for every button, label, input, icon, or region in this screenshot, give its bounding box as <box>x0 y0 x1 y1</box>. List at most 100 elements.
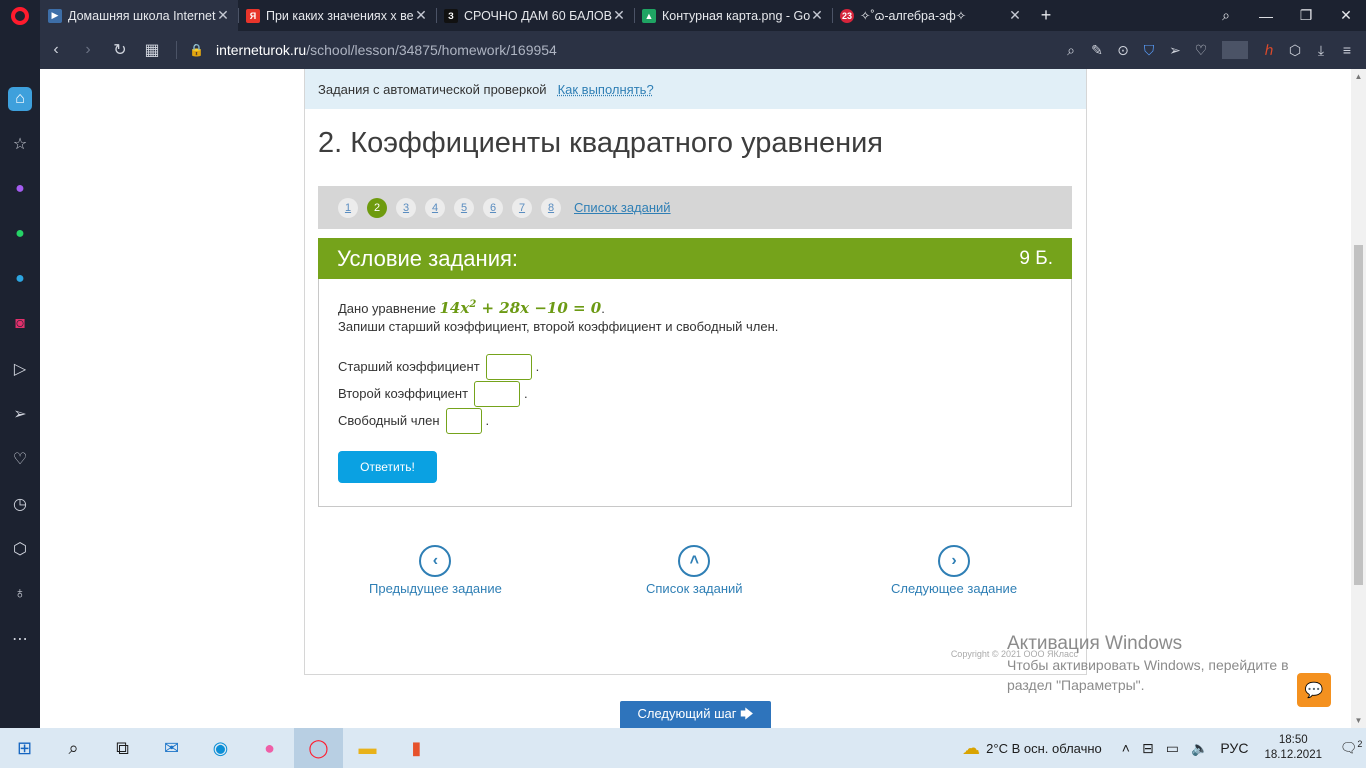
heart-icon[interactable]: ♡ <box>1188 42 1214 59</box>
windows-taskbar: ⊞ ⌕ ⧉ ✉ ◉ ● ◯ ▬ ▮ ☁ 2°C В осн. облачно ˄… <box>0 728 1366 768</box>
tab-favicon-icon: Я <box>246 8 260 23</box>
task-list-link[interactable]: Список заданий <box>574 200 671 215</box>
leading-coefficient-input[interactable] <box>485 353 532 380</box>
close-icon[interactable]: ✕ <box>414 7 428 24</box>
url-field[interactable]: 🔒 interneturok.ru/school/lesson/34875/ho… <box>189 42 557 58</box>
minimize-icon[interactable]: — <box>1246 8 1286 24</box>
search-icon[interactable]: ⌕ <box>49 728 98 768</box>
page-scrollbar[interactable]: ▲ ▼ <box>1351 69 1366 728</box>
how-to-link[interactable]: Как выполнять? <box>558 82 654 97</box>
answer-button[interactable]: Ответить! <box>338 451 437 483</box>
battery-icon[interactable]: ▭ <box>1166 740 1179 757</box>
task-navigation: ‹ Предыдущее задание ˄ Список заданий › … <box>305 545 1088 605</box>
condition-title: Условие задания: <box>337 245 519 271</box>
pager-item-1[interactable]: 1 <box>338 197 358 218</box>
second-coefficient-input[interactable] <box>474 380 521 407</box>
restore-icon[interactable]: ❐ <box>1286 7 1326 24</box>
scroll-down-icon[interactable]: ▼ <box>1351 716 1366 725</box>
windows-start-icon[interactable]: ⊞ <box>0 728 49 768</box>
camera-icon[interactable]: ⊙ <box>1110 42 1136 59</box>
edge-icon[interactable]: ◉ <box>196 728 245 768</box>
close-icon[interactable]: ✕ <box>1008 7 1022 24</box>
browser-tab[interactable]: 23 ✧˚ɷ-алгебра-эф✧ ✕ <box>832 0 1030 31</box>
menu-icon[interactable]: ≡ <box>1334 42 1360 58</box>
file-explorer-icon[interactable]: ▬ <box>343 728 392 768</box>
given-line: Дано уравнение 14x2 + 28x −10 = 0. <box>338 299 605 317</box>
tab-title: Контурная карта.png - Go <box>662 8 810 23</box>
notifications-icon[interactable]: 🗨2 <box>1336 739 1366 757</box>
scroll-thumb[interactable] <box>1354 245 1363 585</box>
task-view-icon[interactable]: ⧉ <box>98 728 147 768</box>
notification-count: 2 <box>1357 739 1363 750</box>
chevron-up-icon[interactable]: ˄ <box>1122 740 1130 756</box>
condition-header: Условие задания: 9 Б. <box>318 238 1072 279</box>
next-step-button[interactable]: Следующий шаг 🡆 <box>620 701 771 728</box>
whatsapp-icon[interactable]: ● <box>8 222 32 246</box>
new-tab-button[interactable]: + <box>1030 5 1062 26</box>
url-host: interneturok.ru <box>215 42 307 58</box>
telegram-icon[interactable]: ● <box>8 267 32 291</box>
close-window-icon[interactable]: ✕ <box>1326 7 1366 24</box>
chevron-up-icon: ˄ <box>678 545 711 577</box>
weather-widget[interactable]: ☁ 2°C В осн. облачно <box>962 738 1102 759</box>
opera-menu-button[interactable] <box>0 0 40 31</box>
language-indicator[interactable]: РУС <box>1220 740 1248 756</box>
download-icon[interactable]: ⤓ <box>1308 42 1334 59</box>
office-icon[interactable]: ▮ <box>392 728 441 768</box>
clock[interactable]: 18:50 18.12.2021 <box>1264 733 1322 763</box>
pager-item-5[interactable]: 5 <box>454 197 474 218</box>
player-icon[interactable]: ▷ <box>8 357 32 381</box>
forward-icon[interactable]: › <box>72 41 104 59</box>
tab-title: ✧˚ɷ-алгебра-эф✧ <box>860 9 967 23</box>
pager-item-4[interactable]: 4 <box>425 197 445 218</box>
prev-task-button[interactable]: ‹ Предыдущее задание <box>369 545 502 596</box>
pager-item-7[interactable]: 7 <box>512 197 532 218</box>
history-icon[interactable]: ◷ <box>8 492 32 516</box>
edit-icon[interactable]: ✎ <box>1084 42 1110 59</box>
pager-item-8[interactable]: 8 <box>541 197 561 218</box>
tab-search-icon[interactable]: ⌕ <box>1206 7 1246 24</box>
more-icon[interactable]: ⋯ <box>8 627 32 651</box>
browser-tab[interactable]: ▶ Домашняя школа Internet ✕ <box>40 0 238 31</box>
tab-title: При каких значениях х ве <box>266 8 414 23</box>
scroll-up-icon[interactable]: ▲ <box>1351 72 1366 81</box>
free-term-input[interactable] <box>445 407 482 434</box>
browser-tab[interactable]: ▲ Контурная карта.png - Go ✕ <box>634 0 832 31</box>
pager-item-6[interactable]: 6 <box>483 197 503 218</box>
close-icon[interactable]: ✕ <box>612 7 626 24</box>
pager-item-2[interactable]: 2 <box>367 197 387 218</box>
pager-item-3[interactable]: 3 <box>396 197 416 218</box>
instagram-icon[interactable]: ◙ <box>8 312 32 336</box>
box-icon[interactable]: ⬡ <box>8 537 32 561</box>
info-text: Задания с автоматической проверкой <box>318 81 547 97</box>
extension-icon[interactable]: ℎ <box>1256 42 1282 59</box>
tips-icon[interactable]: ♁ <box>8 582 32 606</box>
network-icon[interactable]: ⊟ <box>1142 740 1154 757</box>
send-icon[interactable]: ➢ <box>1162 42 1188 59</box>
close-icon[interactable]: ✕ <box>216 7 230 24</box>
shield-icon[interactable]: ⛉ <box>1136 42 1162 59</box>
heart-icon[interactable]: ♡ <box>8 447 32 471</box>
reload-icon[interactable]: ↻ <box>104 40 136 60</box>
browser-tab[interactable]: З СРОЧНО ДАМ 60 БАЛОВ! ✕ <box>436 0 634 31</box>
close-icon[interactable]: ✕ <box>810 7 824 24</box>
chat-icon[interactable]: 💬 <box>1297 673 1331 707</box>
osu-icon[interactable]: ● <box>245 728 294 768</box>
back-icon[interactable]: ‹ <box>40 41 72 59</box>
task-pager: 1 2 3 4 5 6 7 8 Список заданий <box>318 186 1072 229</box>
weather-icon: ☁ <box>962 737 981 758</box>
clock-date: 18.12.2021 <box>1264 749 1322 761</box>
mail-icon[interactable]: ✉ <box>147 728 196 768</box>
task-list-button[interactable]: ˄ Список заданий <box>646 545 743 596</box>
opera-taskbar-icon[interactable]: ◯ <box>294 728 343 768</box>
speed-dial-icon[interactable]: ▦ <box>136 40 168 60</box>
next-task-button[interactable]: › Следующее задание <box>891 545 1017 596</box>
star-icon[interactable]: ☆ <box>8 132 32 156</box>
volume-icon[interactable]: 🔈 <box>1191 740 1208 757</box>
home-icon[interactable]: ⌂ <box>8 87 32 111</box>
search-icon[interactable]: ⌕ <box>1058 42 1084 59</box>
browser-tab[interactable]: Я При каких значениях х ве ✕ <box>238 0 436 31</box>
send-icon[interactable]: ➢ <box>8 402 32 426</box>
box-icon[interactable]: ⬡ <box>1282 42 1308 59</box>
messenger-icon[interactable]: ● <box>8 177 32 201</box>
